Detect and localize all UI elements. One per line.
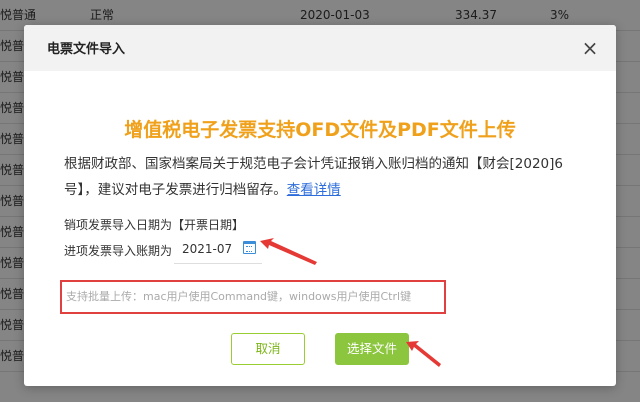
dialog-title: 电票文件导入 <box>47 42 126 57</box>
dialog-header: 电票文件导入 × <box>24 25 616 71</box>
close-icon[interactable]: × <box>578 36 602 60</box>
cancel-button[interactable]: 取消 <box>231 333 305 365</box>
upload-hint: 支持批量上传：mac用户使用Command键，windows用户使用Ctrl键 <box>60 280 446 314</box>
view-details-link[interactable]: 查看详情 <box>287 182 341 198</box>
period-input-underline <box>174 263 262 264</box>
headline: 增值税电子发票支持OFD文件及PDF文件上传 <box>124 119 516 141</box>
sales-date-label: 销项发票导入日期为【开票日期】 <box>64 218 245 232</box>
calendar-icon[interactable] <box>243 241 256 254</box>
notice-text: 根据财政部、国家档案局关于规范电子会计凭证报销入账归档的通知【财会[2020]6… <box>64 151 574 203</box>
purchase-period-label: 进项发票导入账期为 <box>64 244 173 258</box>
choose-file-button[interactable]: 选择文件 <box>335 333 409 365</box>
import-dialog: 电票文件导入 × 增值税电子发票支持OFD文件及PDF文件上传 根据财政部、国家… <box>24 25 616 386</box>
